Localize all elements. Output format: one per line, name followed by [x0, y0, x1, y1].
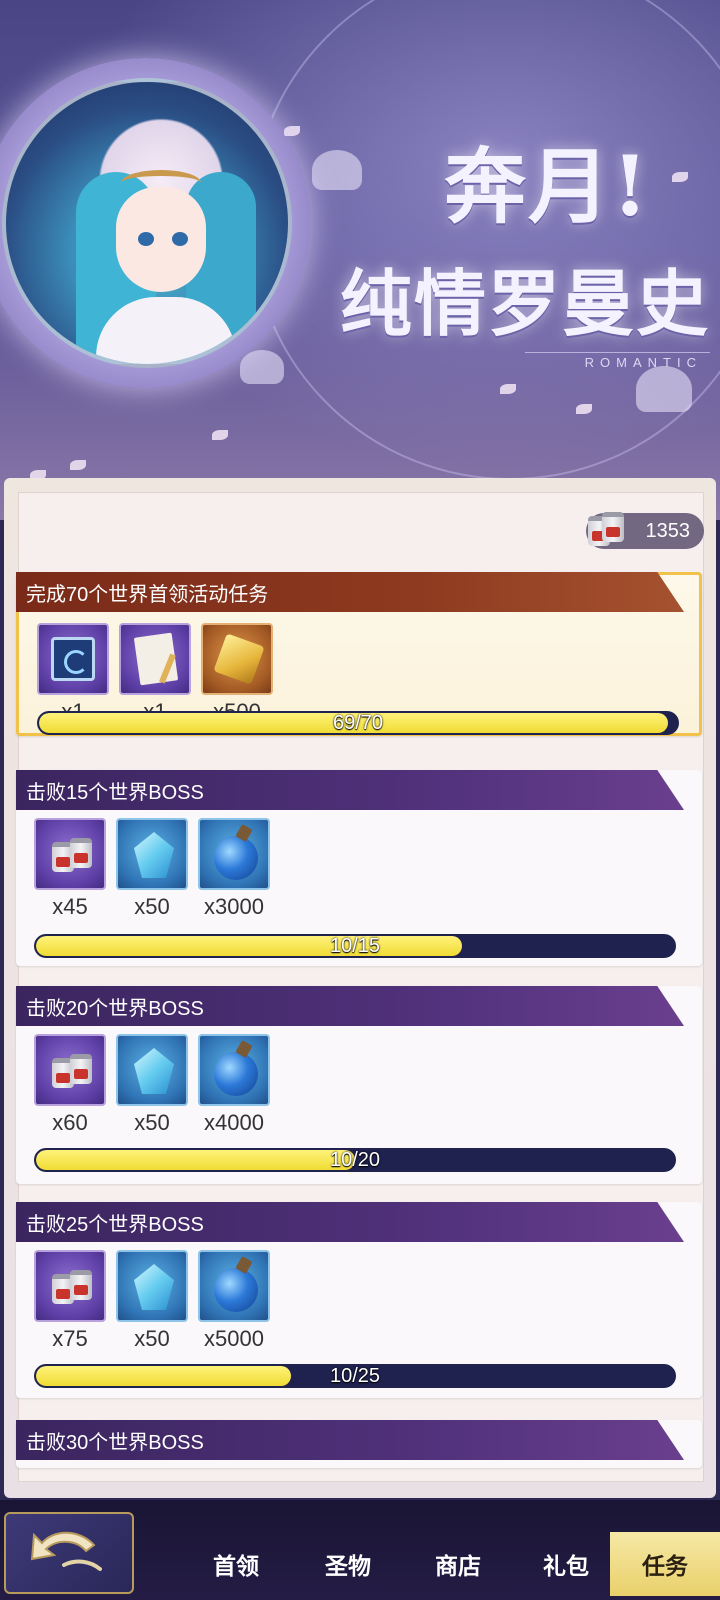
nav-tab-boss[interactable]: 首领	[186, 1532, 286, 1596]
task-title: 完成70个世界首领活动任务	[16, 572, 684, 612]
event-title-line2: 纯情罗曼史	[339, 261, 710, 346]
reward-item[interactable]: x5000	[198, 1250, 270, 1352]
reward-qty: x4000	[204, 1110, 264, 1135]
progress-text: 10/15	[329, 934, 381, 957]
currency-amount: 1353	[645, 519, 691, 542]
task-card[interactable]: 完成70个世界首领活动任务 x1 x1 x500 69/70	[16, 572, 702, 736]
nav-tab-tasks[interactable]: 任务	[610, 1532, 720, 1596]
reward-list: x45 x50 x3000	[34, 818, 270, 920]
reward-list: x75 x50 x5000	[34, 1250, 270, 1352]
progress-text: 69/70	[332, 711, 384, 734]
nav-tab-gift[interactable]: 礼包	[516, 1532, 616, 1596]
jellyfish-decoration	[636, 366, 692, 412]
task-progress-bar: 69/70	[37, 711, 679, 735]
task-card[interactable]: 击败30个世界BOSS	[16, 1420, 702, 1468]
progress-text: 10/20	[329, 1148, 381, 1171]
reward-qty: x75	[52, 1326, 88, 1351]
task-card[interactable]: 击败20个世界BOSS x60 x50 x4000 10/20	[16, 986, 702, 1184]
map-icon	[51, 637, 95, 681]
task-title: 击败20个世界BOSS	[16, 986, 684, 1026]
reward-qty: x45	[52, 894, 88, 919]
reward-qty: x50	[134, 1110, 170, 1135]
event-subtitle: ROMANTIC	[524, 352, 710, 370]
event-title-line1: 奔月!	[444, 139, 650, 235]
can-bundle-icon	[50, 1266, 94, 1310]
can-bundle-icon	[50, 1050, 94, 1094]
blue-crystal-icon	[134, 1048, 174, 1094]
potion-icon	[214, 1052, 258, 1096]
reward-list: x60 x50 x4000	[34, 1034, 270, 1136]
character-portrait	[2, 78, 292, 368]
reward-item[interactable]: x1	[119, 623, 191, 725]
task-card[interactable]: 击败15个世界BOSS x45 x50 x3000 10/15	[16, 770, 702, 966]
reward-qty: x60	[52, 1110, 88, 1135]
progress-text: 10/25	[329, 1364, 381, 1387]
can-bundle-icon	[584, 506, 630, 552]
task-progress-bar: 10/25	[34, 1364, 676, 1388]
reward-item[interactable]: x60	[34, 1034, 106, 1136]
blue-crystal-icon	[134, 1264, 174, 1310]
potion-icon	[214, 836, 258, 880]
reward-item[interactable]: x4000	[198, 1034, 270, 1136]
reward-qty: x50	[134, 894, 170, 919]
event-banner: 奔月! 纯情罗曼史 ROMANTIC	[0, 0, 720, 520]
event-title: 奔月! 纯情罗曼史 ROMANTIC	[300, 120, 710, 372]
reward-item[interactable]: x50	[116, 1034, 188, 1136]
reward-item[interactable]: x3000	[198, 818, 270, 920]
reward-qty: x5000	[204, 1326, 264, 1351]
reward-item[interactable]: x1	[37, 623, 109, 725]
reward-item[interactable]: x500	[201, 623, 273, 725]
reward-qty: x50	[134, 1326, 170, 1351]
reward-item[interactable]: x50	[116, 818, 188, 920]
reward-qty: x3000	[204, 894, 264, 919]
reward-list: x1 x1 x500	[37, 623, 273, 725]
can-bundle-icon	[50, 834, 94, 878]
task-title: 击败30个世界BOSS	[16, 1420, 684, 1460]
task-progress-bar: 10/20	[34, 1148, 676, 1172]
back-arrow-icon	[30, 1531, 102, 1571]
reward-item[interactable]: x50	[116, 1250, 188, 1352]
task-card[interactable]: 击败25个世界BOSS x75 x50 x5000 10/25	[16, 1202, 702, 1398]
nav-tab-shop[interactable]: 商店	[408, 1532, 508, 1596]
reward-item[interactable]: x75	[34, 1250, 106, 1352]
potion-icon	[214, 1268, 258, 1312]
reward-item[interactable]: x45	[34, 818, 106, 920]
task-title: 击败25个世界BOSS	[16, 1202, 684, 1242]
letter-icon	[133, 632, 179, 686]
blue-crystal-icon	[134, 832, 174, 878]
gold-gem-icon	[213, 633, 265, 685]
nav-tab-relic[interactable]: 圣物	[298, 1532, 398, 1596]
back-button[interactable]	[4, 1512, 134, 1594]
task-title: 击败15个世界BOSS	[16, 770, 684, 810]
task-progress-bar: 10/15	[34, 934, 676, 958]
